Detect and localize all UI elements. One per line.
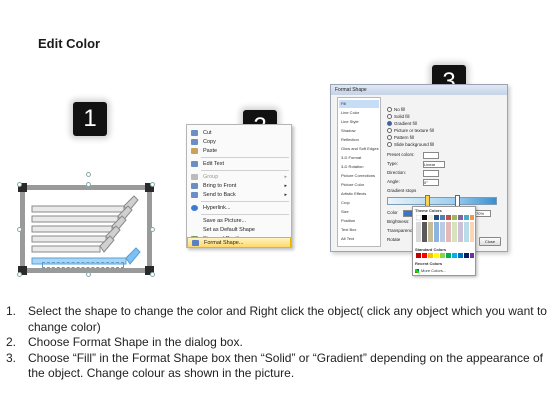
sidebar-item-reflection[interactable]: Reflection [339,136,379,144]
menu-item-edit-text[interactable]: Edit Text [187,159,291,169]
menu-item-hyperlink[interactable]: Hyperlink... [187,203,291,213]
recent-colors-heading: Recent Colors [415,261,443,266]
shape-bars [31,195,141,265]
brightness-label: Brightness: [387,219,410,224]
instructions-list: 1. Select the shape to change the color … [6,304,554,382]
resize-handle[interactable] [86,182,91,187]
radio-no-fill[interactable]: No fill [387,107,405,113]
sidebar-item-picture-corrections[interactable]: Picture Corrections [339,172,379,180]
step-1-badge: 1 [73,102,107,136]
radio-dot [387,135,392,141]
instruction-number: 1. [6,304,17,318]
context-menu: Cut Copy Paste Edit Text Group ▸ Bring t… [186,124,292,248]
submenu-arrow-icon: ▸ [284,192,287,198]
more-colors-link[interactable]: More Colors... [415,268,446,273]
group-icon [191,174,198,180]
edit-text-icon [191,161,198,167]
resize-handle[interactable] [17,272,22,277]
direction-dropdown[interactable] [423,170,439,177]
sidebar-item-line-style[interactable]: Line Style [339,118,379,126]
sidebar-item-artistic-effects[interactable]: Artistic Effects [339,190,379,198]
radio-pattern-fill[interactable]: Pattern fill [387,135,414,141]
color-palette-dropdown: Theme Colors Standard Colors Recent Colo… [412,206,476,276]
resize-handle[interactable] [86,272,91,277]
menu-item-paste[interactable]: Paste [187,146,291,156]
resize-handle[interactable] [150,182,155,187]
radio-slide-background-fill[interactable]: Slide background fill [387,142,434,148]
sidebar-item-3d-rotation[interactable]: 3-D Rotation [339,163,379,171]
type-dropdown[interactable]: Linear [423,161,445,168]
sidebar-item-size[interactable]: Size [339,208,379,216]
page-title: Edit Color [38,36,101,51]
copy-icon [191,139,198,145]
dialog-sidebar: Fill Line Color Line Style Shadow Reflec… [337,97,381,247]
scissors-icon [191,130,198,136]
type-label: Type: [387,161,399,166]
bar-1 [31,195,139,213]
radio-picture-fill[interactable]: Picture or texture fill [387,128,434,134]
instruction-item: 1. Select the shape to change the color … [6,304,554,335]
color-wheel-icon [415,269,419,273]
radio-dot [387,121,392,127]
format-shape-icon [192,240,199,246]
menu-separator [201,170,289,171]
radio-dot [387,107,392,113]
radio-dot [387,128,392,134]
sidebar-item-glow[interactable]: Glow and Soft Edges [339,145,379,153]
radio-dot [387,114,392,120]
hyperlink-icon [191,205,198,211]
sidebar-item-crop[interactable]: Crop [339,199,379,207]
radio-dot [387,142,392,148]
direction-label: Direction: [387,170,407,175]
radio-gradient-fill[interactable]: Gradient fill [387,121,417,127]
preset-colors-dropdown[interactable] [423,152,439,159]
instruction-text: Choose Format Shape in the dialog box. [28,335,243,349]
color-label: Color [387,210,398,215]
position-input[interactable]: 70% [475,210,491,217]
paste-icon [191,148,198,154]
angle-label: Angle: [387,179,400,184]
instruction-number: 2. [6,335,17,349]
standard-colors-heading: Standard Colors [415,247,447,252]
sidebar-item-position[interactable]: Position [339,217,379,225]
resize-handle[interactable] [17,227,22,232]
angle-input[interactable]: 0° [423,179,439,186]
menu-item-format-shape[interactable]: Format Shape... [187,237,291,248]
standard-color-row[interactable] [416,253,474,259]
selection-outline [42,262,124,268]
sidebar-item-picture-color[interactable]: Picture Color [339,181,379,189]
menu-separator [201,214,289,215]
rotate-label: Rotate [387,237,401,242]
bring-front-icon [191,183,198,189]
instruction-item: 2. Choose Format Shape in the dialog box… [6,335,554,351]
menu-item-send-to-back[interactable]: Send to Back ▸ [187,190,291,200]
close-button[interactable]: Close [479,237,501,246]
sidebar-item-line-color[interactable]: Line Color [339,109,379,117]
menu-separator [201,157,289,158]
instruction-text: Select the shape to change the color and… [28,304,547,334]
resize-handle[interactable] [150,272,155,277]
instruction-item: 3. Choose “Fill” in the Format Shape box… [6,351,554,382]
rotate-handle[interactable] [86,172,91,177]
sidebar-item-alt-text[interactable]: Alt Text [339,235,379,243]
theme-color-grid[interactable] [416,215,474,245]
sidebar-item-3d-format[interactable]: 3-D Format [339,154,379,162]
sidebar-item-text-box[interactable]: Text Box [339,226,379,234]
theme-colors-heading: Theme Colors [415,208,442,213]
gradient-stops-bar[interactable] [387,197,497,205]
preset-colors-label: Preset colors: [387,152,415,157]
theme-swatches [416,215,474,242]
sidebar-item-shadow[interactable]: Shadow [339,127,379,135]
instruction-number: 3. [6,350,17,365]
send-back-icon [191,192,198,198]
gradient-stops-label: Gradient stops [387,188,417,193]
resize-handle[interactable] [17,182,22,187]
menu-separator [201,201,289,202]
sidebar-item-fill[interactable]: Fill [339,100,379,108]
instruction-text: Choose “Fill” in the Format Shape box th… [28,350,543,381]
resize-handle[interactable] [150,227,155,232]
dialog-title: Format Shape [331,85,507,95]
radio-solid-fill[interactable]: Solid fill [387,114,410,120]
